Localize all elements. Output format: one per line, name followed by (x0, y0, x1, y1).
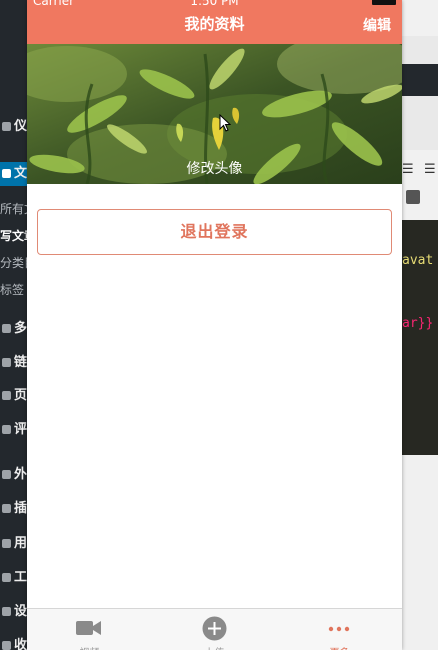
mouse-cursor-icon (219, 114, 231, 132)
status-bar: Carrier 1:50 PM (27, 0, 402, 8)
pin-icon (2, 169, 11, 178)
sidebar-item-plugins[interactable]: 插 (0, 499, 28, 519)
code-editor: avat ar}} (402, 220, 438, 455)
change-avatar-label[interactable]: 修改头像 (27, 158, 402, 178)
page-title: 我的资料 (184, 15, 245, 33)
media-icon (2, 324, 11, 333)
sidebar-subitem-tags[interactable]: 标签 (0, 280, 28, 300)
code-line: avat (402, 253, 434, 268)
sidebar-item-pages[interactable]: 页 (0, 386, 28, 406)
sidebar-subitem-categories[interactable]: 分类目 (0, 253, 28, 273)
tab-label: 更多 (277, 644, 402, 650)
tab-more[interactable]: 更多 (277, 609, 402, 650)
phone-screen: 我的资料 编辑 Carrier 1:50 PM 修改头像 退出登录 (27, 0, 402, 650)
plug-icon (2, 504, 11, 513)
sidebar-subitem-new-post[interactable]: 写文章 (0, 226, 28, 246)
sidebar-item-collapse[interactable]: 收 (0, 636, 28, 650)
collapse-icon (2, 641, 11, 650)
wrench-icon (2, 573, 11, 582)
code-line: ar}} (402, 316, 434, 331)
tab-label: 视频 (27, 644, 152, 650)
sidebar-item-appearance[interactable]: 外 (0, 465, 28, 485)
sidebar-item-users[interactable]: 用 (0, 534, 28, 554)
sidebar-item-posts[interactable]: 文 (0, 162, 28, 186)
sidebar-item-settings[interactable]: 设 (0, 602, 28, 622)
more-dots-icon (328, 626, 350, 632)
paste-icon[interactable] (406, 190, 420, 204)
align-icon[interactable]: ☰ (424, 162, 436, 177)
tab-label: 上传 (152, 644, 277, 650)
plus-circle-icon (202, 616, 227, 641)
sidebar-item-links[interactable]: 链 (0, 353, 28, 373)
avatar-photo[interactable]: 修改头像 (27, 44, 402, 184)
editor-toolbar: ☰ ☰ (402, 150, 438, 220)
sidebar-subitem-all-posts[interactable]: 所有文 (0, 199, 28, 219)
brush-icon (2, 470, 11, 479)
dashboard-icon (2, 122, 11, 131)
link-icon (2, 358, 11, 367)
screen: 应用 仪 文 所有文 写文章 分类目 标签 多 链 页 评 外 插 用 工 设 … (0, 0, 438, 650)
video-camera-icon (76, 621, 101, 635)
sidebar-item-media[interactable]: 多 (0, 319, 28, 339)
sidebar-item-tools[interactable]: 工 (0, 568, 28, 588)
edit-button[interactable]: 编辑 (363, 15, 391, 35)
tab-upload[interactable]: 上传 (152, 609, 277, 650)
comment-icon (2, 425, 11, 434)
sidebar-item-dashboard[interactable]: 仪 (0, 117, 28, 137)
editor-panel (402, 455, 438, 650)
logout-button[interactable]: 退出登录 (37, 209, 392, 255)
clock: 1:50 PM (190, 0, 239, 8)
battery-icon (372, 0, 396, 5)
tab-video[interactable]: 视频 (27, 609, 152, 650)
align-icon[interactable]: ☰ (402, 162, 414, 177)
settings-icon (2, 607, 11, 616)
sidebar-item-comments[interactable]: 评 (0, 420, 28, 440)
page-icon (2, 391, 11, 400)
tab-bar: 视频 上传 更多 (27, 608, 402, 650)
user-icon (2, 539, 11, 548)
